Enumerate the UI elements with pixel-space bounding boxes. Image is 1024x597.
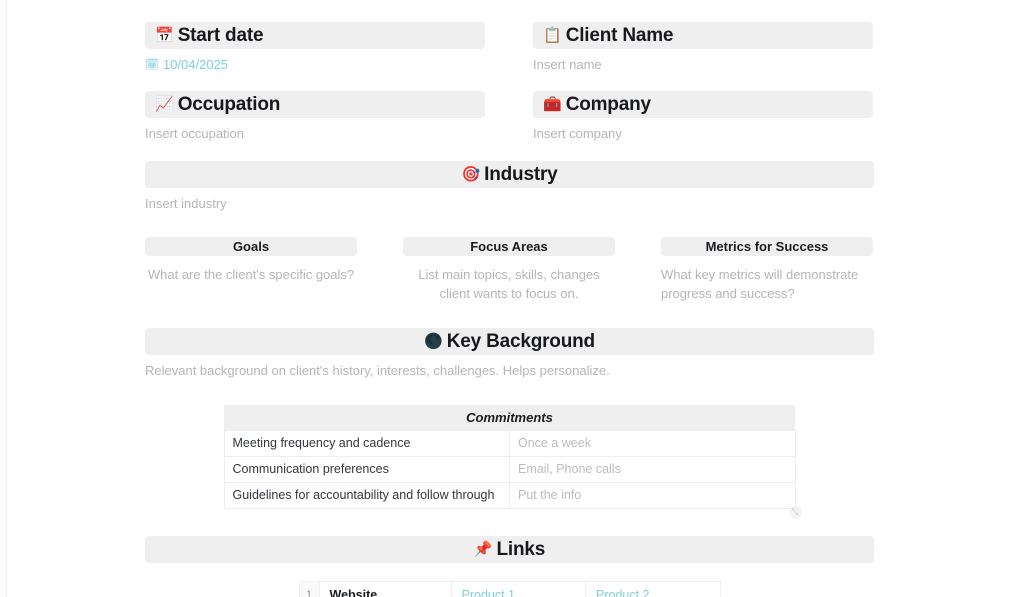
table-row: 1 Website Product 1 Product 2 — [298, 580, 721, 597]
client-name-placeholder[interactable]: Insert name — [533, 56, 873, 75]
commitment-key: Meeting frequency and cadence — [223, 429, 510, 457]
link-category: Website — [318, 580, 452, 597]
field-key-background: 🌑 Key Background Relevant background on … — [145, 327, 874, 381]
link-item[interactable]: Product 2 — [585, 580, 721, 597]
company-placeholder[interactable]: Insert company — [533, 125, 873, 144]
commitment-key: Communication preferences — [223, 455, 510, 483]
metrics-header[interactable]: Metrics for Success — [661, 236, 873, 256]
links-table: 1 Website Product 1 Product 2 2 Social L… — [298, 580, 721, 597]
start-date-header[interactable]: 📅 Start date — [145, 22, 485, 49]
toolbox-icon: 🧰 — [543, 95, 562, 113]
pushpin-icon: 📌 — [473, 540, 493, 558]
date-chip-icon: 🗓 — [145, 59, 159, 71]
table-row: Guidelines for accountability and follow… — [223, 481, 796, 509]
goals-placeholder[interactable]: What are the client's specific goals? — [145, 265, 357, 285]
links-label: Links — [496, 538, 546, 560]
table-row: Meeting frequency and cadence Once a wee… — [223, 429, 796, 457]
column-goals: Goals What are the client's specific goa… — [145, 236, 357, 304]
occupation-placeholder[interactable]: Insert occupation — [145, 125, 485, 144]
commitments-table-wrapper: Commitments Meeting frequency and cadenc… — [223, 405, 802, 519]
commitments-table: Commitments Meeting frequency and cadenc… — [223, 405, 796, 509]
industry-label: Industry — [484, 163, 558, 185]
calendar-icon: 📅 — [155, 27, 174, 44]
key-background-placeholder[interactable]: Relevant background on client's history,… — [145, 362, 874, 381]
row-number: 1 — [298, 580, 320, 597]
dart-target-icon: 🎯 — [461, 165, 481, 183]
focus-areas-label: Focus Areas — [470, 238, 548, 254]
goals-header[interactable]: Goals — [145, 236, 357, 256]
column-focus-areas: Focus Areas List main topics, skills, ch… — [403, 236, 615, 304]
industry-placeholder[interactable]: Insert industry — [145, 195, 874, 214]
start-date-label: Start date — [177, 25, 264, 46]
document-page: 📅 Start date 🗓 10/04/2025 📋 Client Name … — [0, 0, 1024, 597]
page-left-guide — [6, 0, 7, 597]
links-table-wrapper: 1 Website Product 1 Product 2 2 Social L… — [298, 580, 721, 597]
key-background-label: Key Background — [446, 330, 595, 352]
occupation-label: Occupation — [177, 93, 281, 115]
table-resize-handle[interactable]: ⤡ — [788, 505, 802, 519]
field-client-name: 📋 Client Name Insert name — [533, 22, 873, 75]
field-occupation: 📈 Occupation Insert occupation — [145, 90, 485, 144]
row-start-date-client: 📅 Start date 🗓 10/04/2025 📋 Client Name … — [145, 22, 874, 75]
focus-areas-placeholder[interactable]: List main topics, skills, changes client… — [403, 265, 615, 304]
occupation-header[interactable]: 📈 Occupation — [145, 90, 485, 118]
column-metrics-for-success: Metrics for Success What key metrics wil… — [661, 236, 873, 304]
start-date-value[interactable]: 🗓 10/04/2025 — [145, 57, 485, 72]
chart-increasing-icon: 📈 — [155, 95, 174, 113]
industry-header[interactable]: 🎯 Industry — [145, 160, 874, 188]
row-goals-focus-metrics: Goals What are the client's specific goa… — [145, 236, 874, 304]
metrics-placeholder[interactable]: What key metrics will demonstrate progre… — [661, 265, 873, 304]
field-industry: 🎯 Industry Insert industry — [145, 160, 874, 214]
commitment-value[interactable]: Once a week — [509, 429, 796, 457]
field-links: 📌 Links — [145, 535, 874, 563]
client-name-header[interactable]: 📋 Client Name — [533, 22, 873, 49]
document-content: 📅 Start date 🗓 10/04/2025 📋 Client Name … — [145, 0, 874, 597]
company-header[interactable]: 🧰 Company — [533, 90, 873, 118]
clipboard-icon: 📋 — [543, 27, 562, 44]
client-name-label: Client Name — [565, 25, 674, 46]
field-company: 🧰 Company Insert company — [533, 90, 873, 144]
focus-areas-header[interactable]: Focus Areas — [403, 236, 615, 256]
commitments-header: Commitments — [224, 405, 795, 431]
key-background-header[interactable]: 🌑 Key Background — [145, 327, 874, 355]
commitment-value[interactable]: Put the info — [509, 481, 796, 509]
company-label: Company — [565, 93, 651, 115]
commitments-header-row: Commitments — [224, 405, 795, 431]
row-occupation-company: 📈 Occupation Insert occupation 🧰 Company… — [145, 90, 874, 144]
table-row: Communication preferences Email, Phone c… — [223, 455, 796, 483]
goals-label: Goals — [232, 238, 270, 254]
links-header[interactable]: 📌 Links — [145, 535, 874, 563]
link-item[interactable]: Product 1 — [450, 580, 586, 597]
commitment-key: Guidelines for accountability and follow… — [223, 481, 510, 509]
field-start-date: 📅 Start date 🗓 10/04/2025 — [145, 22, 485, 75]
metrics-label: Metrics for Success — [705, 238, 829, 254]
commitment-value[interactable]: Email, Phone calls — [509, 455, 796, 483]
start-date-value-text: 10/04/2025 — [162, 57, 229, 72]
globe-dark-icon: 🌑 — [424, 332, 443, 350]
